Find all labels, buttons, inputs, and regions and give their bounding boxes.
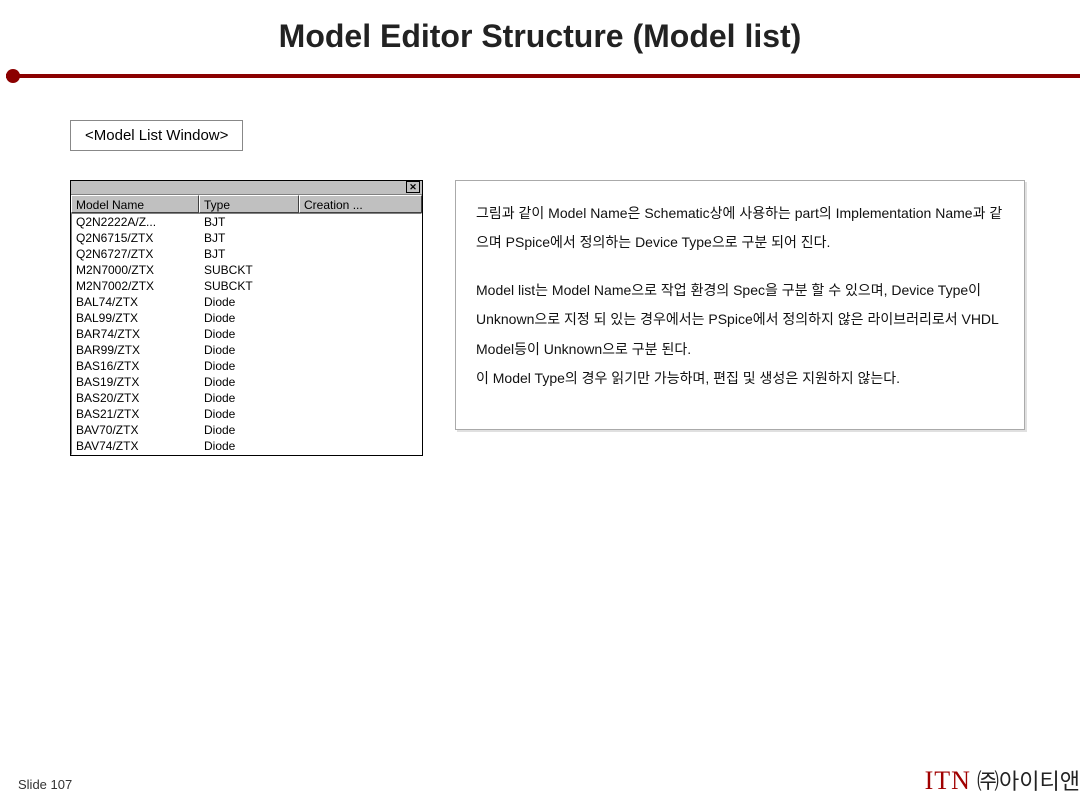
table-row[interactable]: M2N7002/ZTXSUBCKT	[72, 278, 421, 294]
cell-creation	[300, 358, 421, 374]
cell-model-name: BAR99/ZTX	[72, 342, 200, 358]
cell-creation	[300, 294, 421, 310]
cell-creation	[300, 230, 421, 246]
table-row[interactable]: BAL99/ZTXDiode	[72, 310, 421, 326]
brand: ITN ㈜아이티앤	[925, 764, 1080, 796]
cell-type: BJT	[200, 246, 300, 262]
table-row[interactable]: BAL74/ZTXDiode	[72, 294, 421, 310]
cell-creation	[300, 390, 421, 406]
column-header-model-name[interactable]: Model Name	[71, 195, 199, 213]
cell-creation	[300, 278, 421, 294]
cell-type: Diode	[200, 374, 300, 390]
cell-type: Diode	[200, 294, 300, 310]
cell-creation	[300, 246, 421, 262]
cell-creation	[300, 438, 421, 454]
cell-type: Diode	[200, 438, 300, 454]
cell-model-name: Q2N6715/ZTX	[72, 230, 200, 246]
cell-type: SUBCKT	[200, 278, 300, 294]
cell-model-name: BAV74/ZTX	[72, 438, 200, 454]
cell-type: Diode	[200, 422, 300, 438]
cell-model-name: BAS19/ZTX	[72, 374, 200, 390]
cell-creation	[300, 374, 421, 390]
cell-creation	[300, 326, 421, 342]
description-paragraph-1: 그림과 같이 Model Name은 Schematic상에 사용하는 part…	[476, 199, 1004, 258]
window-titlebar: ✕	[71, 181, 422, 195]
cell-type: Diode	[200, 342, 300, 358]
table-row[interactable]: BAR99/ZTXDiode	[72, 342, 421, 358]
table-row[interactable]: BAV70/ZTXDiode	[72, 422, 421, 438]
cell-type: Diode	[200, 406, 300, 422]
cell-model-name: BAL99/ZTX	[72, 310, 200, 326]
table-row[interactable]: M2N7000/ZTXSUBCKT	[72, 262, 421, 278]
cell-type: Diode	[200, 390, 300, 406]
table-row[interactable]: Q2N6715/ZTXBJT	[72, 230, 421, 246]
cell-creation	[300, 310, 421, 326]
cell-type: Diode	[200, 326, 300, 342]
cell-model-name: BAS20/ZTX	[72, 390, 200, 406]
page-title: Model Editor Structure (Model list)	[0, 0, 1080, 55]
cell-model-name: BAS21/ZTX	[72, 406, 200, 422]
description-box: 그림과 같이 Model Name은 Schematic상에 사용하는 part…	[455, 180, 1025, 430]
brand-itn: ITN	[925, 766, 971, 795]
description-paragraph-2: Model list는 Model Name으로 작업 환경의 Spec을 구분…	[476, 276, 1004, 394]
footer: Slide 107 ITN ㈜아이티앤	[18, 764, 1080, 796]
cell-creation	[300, 262, 421, 278]
cell-model-name: BAS16/ZTX	[72, 358, 200, 374]
cell-type: Diode	[200, 358, 300, 374]
cell-model-name: M2N7002/ZTX	[72, 278, 200, 294]
divider-bar	[6, 74, 1080, 78]
brand-rest: ㈜아이티앤	[971, 769, 1080, 794]
table-row[interactable]: BAS20/ZTXDiode	[72, 390, 421, 406]
table-row[interactable]: BAS21/ZTXDiode	[72, 406, 421, 422]
cell-model-name: BAL74/ZTX	[72, 294, 200, 310]
model-list-window: ✕ Model Name Type Creation ... Q2N2222A/…	[70, 180, 423, 456]
cell-creation	[300, 214, 421, 230]
table-row[interactable]: Q2N2222A/Z...BJT	[72, 214, 421, 230]
close-icon[interactable]: ✕	[406, 181, 420, 193]
slide-number: Slide 107	[18, 777, 72, 792]
cell-type: Diode	[200, 310, 300, 326]
table-row[interactable]: BAS16/ZTXDiode	[72, 358, 421, 374]
cell-model-name: BAR74/ZTX	[72, 326, 200, 342]
column-header-type[interactable]: Type	[199, 195, 299, 213]
cell-type: BJT	[200, 214, 300, 230]
table-row[interactable]: Q2N6727/ZTXBJT	[72, 246, 421, 262]
table-body: Q2N2222A/Z...BJTQ2N6715/ZTXBJTQ2N6727/ZT…	[71, 213, 422, 455]
table-header-row: Model Name Type Creation ...	[71, 195, 422, 213]
title-divider	[0, 73, 1080, 79]
cell-type: SUBCKT	[200, 262, 300, 278]
window-label: <Model List Window>	[70, 120, 243, 151]
cell-model-name: Q2N6727/ZTX	[72, 246, 200, 262]
table-row[interactable]: BAR74/ZTXDiode	[72, 326, 421, 342]
cell-model-name: BAV70/ZTX	[72, 422, 200, 438]
cell-creation	[300, 342, 421, 358]
table-row[interactable]: BAV74/ZTXDiode	[72, 438, 421, 454]
cell-model-name: Q2N2222A/Z...	[72, 214, 200, 230]
table-row[interactable]: BAS19/ZTXDiode	[72, 374, 421, 390]
column-header-creation[interactable]: Creation ...	[299, 195, 422, 213]
cell-creation	[300, 406, 421, 422]
cell-creation	[300, 422, 421, 438]
cell-type: BJT	[200, 230, 300, 246]
cell-model-name: M2N7000/ZTX	[72, 262, 200, 278]
